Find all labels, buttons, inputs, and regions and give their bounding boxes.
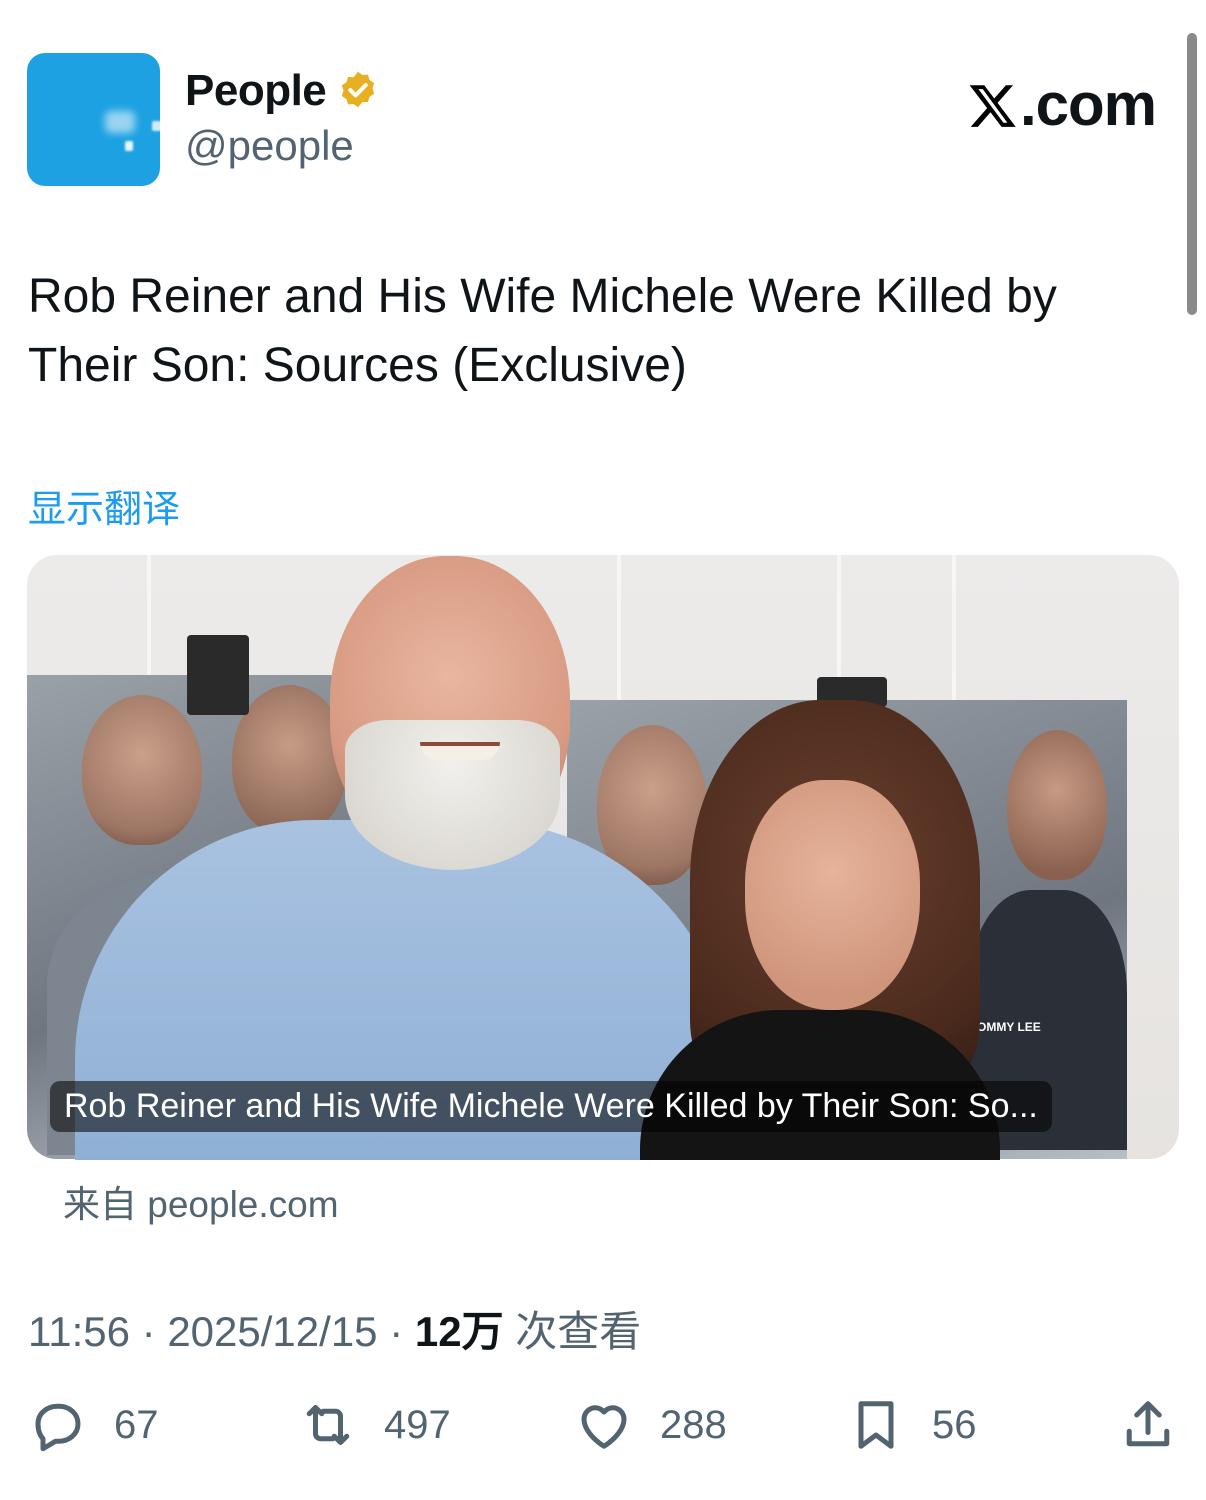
share-icon xyxy=(1126,1401,1170,1447)
repost-count: 497 xyxy=(384,1402,451,1447)
photo-woman-face xyxy=(745,780,920,1010)
tweet-meta: 11:56 · 2025/12/15 · 12万 次查看 xyxy=(28,1308,642,1355)
display-name[interactable]: People xyxy=(185,66,327,116)
heart-icon xyxy=(581,1405,627,1449)
tweet-time[interactable]: 11:56 xyxy=(28,1308,130,1355)
scrollbar[interactable] xyxy=(1187,33,1197,315)
like-count: 288 xyxy=(660,1402,727,1447)
reply-icon xyxy=(35,1403,81,1452)
card-caption[interactable]: Rob Reiner and His Wife Michele Were Kil… xyxy=(50,1081,1052,1132)
display-name-row[interactable]: People xyxy=(185,66,380,116)
bookmark-icon xyxy=(858,1401,894,1449)
brand-watermark: .com xyxy=(968,70,1157,139)
views-count: 12万 xyxy=(414,1308,504,1355)
poster-text: OMMY LEE xyxy=(977,1020,1041,1034)
reply-count: 67 xyxy=(114,1402,159,1447)
brand-label: .com xyxy=(1019,71,1157,138)
bookmark-button[interactable]: 56 xyxy=(846,1390,977,1460)
views-label: 次查看 xyxy=(515,1308,642,1355)
tweet-text: Rob Reiner and His Wife Michele Were Kil… xyxy=(28,270,1057,392)
verified-badge-icon xyxy=(342,71,375,108)
show-translation-link[interactable]: 显示翻译 xyxy=(28,478,180,533)
share-button[interactable] xyxy=(1118,1390,1178,1460)
repost-button[interactable]: 497 xyxy=(298,1390,451,1460)
bookmark-count: 56 xyxy=(932,1402,977,1447)
card-source[interactable]: 来自 people.com xyxy=(63,1174,339,1228)
like-button[interactable]: 288 xyxy=(574,1390,727,1460)
x-logo-icon xyxy=(969,84,1016,127)
tweet-date[interactable]: 2025/12/15 xyxy=(167,1308,377,1355)
reply-button[interactable]: 67 xyxy=(28,1390,159,1460)
repost-icon xyxy=(306,1405,350,1445)
avatar[interactable] xyxy=(27,53,160,186)
handle[interactable]: @people xyxy=(185,122,354,170)
photo-man-smile xyxy=(420,742,500,760)
action-bar: 67 497 288 56 xyxy=(0,1390,1206,1460)
tweet-page: People @people .com Rob Reiner and His W… xyxy=(0,0,1206,1500)
